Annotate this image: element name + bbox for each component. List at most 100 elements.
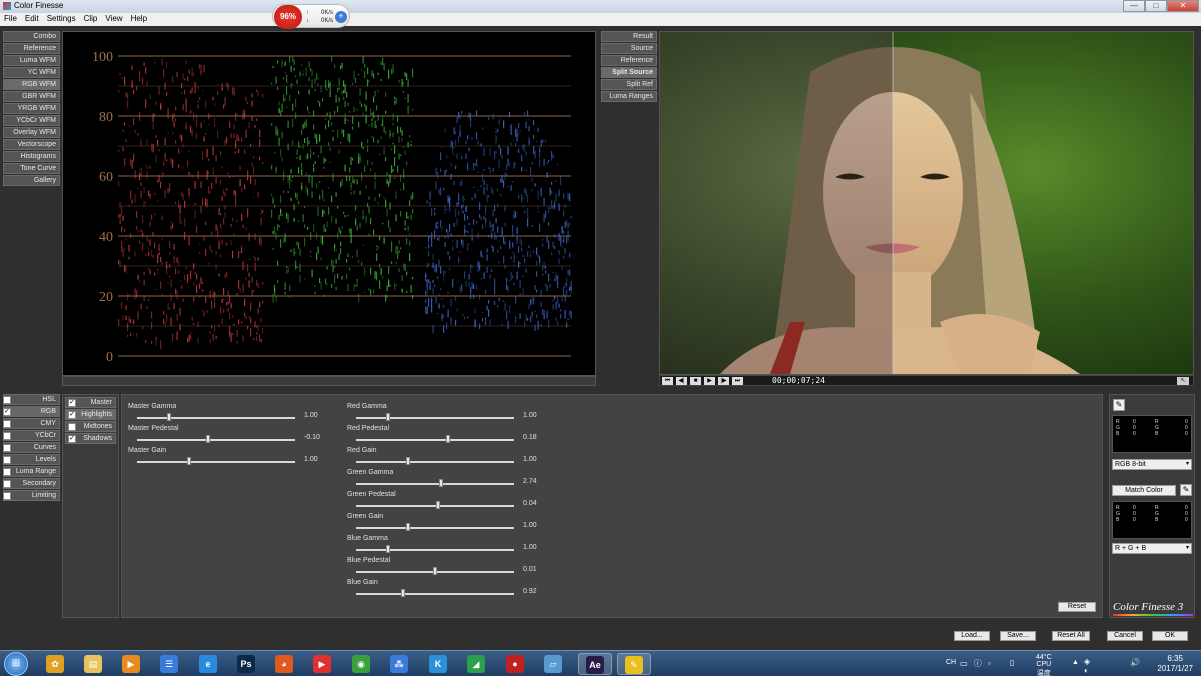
slider-value[interactable]: 1.00 bbox=[523, 456, 537, 463]
slider-track[interactable] bbox=[356, 505, 514, 507]
match-eyedropper-icon[interactable]: ✎ bbox=[1180, 484, 1192, 496]
scope-tab-rgb-wfm[interactable]: RGB WFM bbox=[3, 79, 60, 90]
slider-value[interactable]: 1.00 bbox=[523, 522, 537, 529]
slider-track[interactable] bbox=[356, 593, 514, 595]
range-checkbox[interactable]: ✓ bbox=[68, 435, 76, 443]
range-master[interactable]: ✓ Master bbox=[65, 397, 116, 408]
category-limiting[interactable]: Limiting bbox=[3, 490, 60, 501]
record-icon[interactable]: ● bbox=[498, 653, 532, 675]
bit-depth-select[interactable]: RGB 8-bit ▾ bbox=[1112, 459, 1192, 470]
menu-help[interactable]: Help bbox=[127, 13, 151, 26]
notes-icon[interactable]: ✎ bbox=[617, 653, 651, 675]
slider-value[interactable]: 0.01 bbox=[523, 566, 537, 573]
network-speed-widget[interactable]: 96% ↑ ↓ 0K/s 0K/s + bbox=[272, 4, 350, 29]
category-cmy[interactable]: CMY bbox=[3, 418, 60, 429]
match-channels-select[interactable]: R + G + B ▾ bbox=[1112, 543, 1192, 554]
slider-handle[interactable] bbox=[433, 567, 437, 575]
category-levels[interactable]: Levels bbox=[3, 454, 60, 465]
file-manager-icon[interactable]: ☰ bbox=[152, 653, 186, 675]
category-secondary[interactable]: Secondary bbox=[3, 478, 60, 489]
close-button[interactable]: ✕ bbox=[1167, 0, 1199, 12]
folder-icon[interactable]: ▤ bbox=[76, 653, 110, 675]
category-checkbox[interactable] bbox=[3, 480, 11, 488]
slider-handle[interactable] bbox=[385, 545, 390, 553]
image-viewer[interactable] bbox=[659, 31, 1194, 375]
maximize-button[interactable]: □ bbox=[1145, 0, 1167, 12]
slider-value[interactable]: 1.00 bbox=[304, 412, 318, 419]
slider-handle[interactable] bbox=[406, 523, 411, 531]
view-tab-luma-ranges[interactable]: Luma Ranges bbox=[601, 91, 657, 102]
category-checkbox[interactable] bbox=[3, 468, 11, 476]
scope-tab-gbr-wfm[interactable]: GBR WFM bbox=[3, 91, 60, 102]
after-effects-icon[interactable]: Ae bbox=[578, 653, 612, 675]
category-rgb[interactable]: ✓ RGB bbox=[3, 406, 60, 417]
photoshop-icon[interactable]: Ps bbox=[229, 653, 263, 675]
scope-tab-combo[interactable]: Combo bbox=[3, 31, 60, 42]
view-tab-result[interactable]: Result bbox=[601, 31, 657, 42]
slider-value[interactable]: 0.18 bbox=[523, 434, 537, 441]
k-app-icon[interactable]: K bbox=[421, 653, 455, 675]
view-tab-split-ref[interactable]: Split Ref bbox=[601, 79, 657, 90]
slider-track[interactable] bbox=[356, 439, 514, 441]
video-player-icon[interactable]: ▶ bbox=[305, 653, 339, 675]
view-tab-source[interactable]: Source bbox=[601, 43, 657, 54]
category-hsl[interactable]: HSL bbox=[3, 394, 60, 405]
menu-settings[interactable]: Settings bbox=[43, 13, 80, 26]
view-tab-reference[interactable]: Reference bbox=[601, 55, 657, 66]
slider-handle[interactable] bbox=[166, 413, 171, 421]
tray-app-icons[interactable]: ◈ ◐ ▣ bbox=[1084, 657, 1095, 676]
reset-button[interactable]: Reset bbox=[1058, 602, 1096, 612]
start-button[interactable]: ⊞ bbox=[4, 652, 28, 676]
ok-button[interactable]: OK bbox=[1152, 631, 1188, 641]
slider-track[interactable] bbox=[356, 417, 514, 419]
scope-tab-overlay-wfm[interactable]: Overlay WFM bbox=[3, 127, 60, 138]
step-back-button[interactable]: ◀| bbox=[676, 377, 687, 385]
menu-file[interactable]: File bbox=[0, 13, 21, 26]
media-player-icon[interactable]: ▶ bbox=[114, 653, 148, 675]
plus-icon[interactable]: + bbox=[335, 11, 347, 23]
slider-track[interactable] bbox=[356, 527, 514, 529]
slider-value[interactable]: 0.04 bbox=[523, 500, 537, 507]
green-app-icon[interactable]: ◢ bbox=[459, 653, 493, 675]
menu-clip[interactable]: Clip bbox=[80, 13, 102, 26]
network-icon[interactable]: ⁂ bbox=[382, 653, 416, 675]
minimize-button[interactable]: — bbox=[1123, 0, 1145, 12]
slider-handle[interactable] bbox=[436, 501, 441, 509]
view-tab-split-source[interactable]: Split Source bbox=[601, 67, 657, 78]
menu-edit[interactable]: Edit bbox=[21, 13, 43, 26]
slider-handle[interactable] bbox=[206, 435, 211, 443]
slider-handle[interactable] bbox=[439, 479, 444, 487]
reset-all-button[interactable]: Reset All bbox=[1052, 631, 1090, 641]
slider-track[interactable] bbox=[137, 439, 295, 441]
slider-handle[interactable] bbox=[401, 589, 406, 597]
range-checkbox[interactable] bbox=[68, 423, 76, 431]
360-icon[interactable]: ✿ bbox=[38, 653, 72, 675]
range-highlights[interactable]: ✓ Highlights bbox=[65, 409, 116, 420]
scope-tab-yc-wfm[interactable]: YC WFM bbox=[3, 67, 60, 78]
slider-track[interactable] bbox=[356, 483, 514, 485]
category-checkbox[interactable] bbox=[3, 456, 11, 464]
slider-value[interactable]: 0.92 bbox=[523, 588, 537, 595]
go-to-start-button[interactable]: ⏮ bbox=[662, 377, 673, 385]
play-button[interactable]: ▶ bbox=[704, 377, 715, 385]
category-luma-range[interactable]: Luma Range bbox=[3, 466, 60, 477]
window-icon[interactable]: ▱ bbox=[536, 653, 570, 675]
scope-tab-ycbcr-wfm[interactable]: YCbCr WFM bbox=[3, 115, 60, 126]
stop-button[interactable]: ■ bbox=[690, 377, 701, 385]
category-checkbox[interactable] bbox=[3, 420, 11, 428]
category-ycbcr[interactable]: YCbCr bbox=[3, 430, 60, 441]
range-midtones[interactable]: Midtones bbox=[65, 421, 116, 432]
slider-value[interactable]: 1.00 bbox=[523, 544, 537, 551]
chrome-icon[interactable]: ◉ bbox=[344, 653, 378, 675]
battery-icon[interactable]: ▯ bbox=[1010, 658, 1014, 667]
go-to-end-button[interactable]: ⏭ bbox=[732, 377, 743, 385]
scope-scrollbar[interactable] bbox=[62, 376, 596, 386]
ime-indicator[interactable]: CH bbox=[946, 659, 956, 666]
slider-handle[interactable] bbox=[187, 457, 192, 465]
slider-value[interactable]: 1.00 bbox=[523, 412, 537, 419]
slider-handle[interactable] bbox=[445, 435, 450, 443]
scope-tab-reference[interactable]: Reference bbox=[3, 43, 60, 54]
category-checkbox[interactable] bbox=[3, 396, 11, 404]
show-hidden-icons[interactable]: ▲ bbox=[1072, 659, 1079, 666]
slider-value[interactable]: -0.10 bbox=[304, 434, 320, 441]
